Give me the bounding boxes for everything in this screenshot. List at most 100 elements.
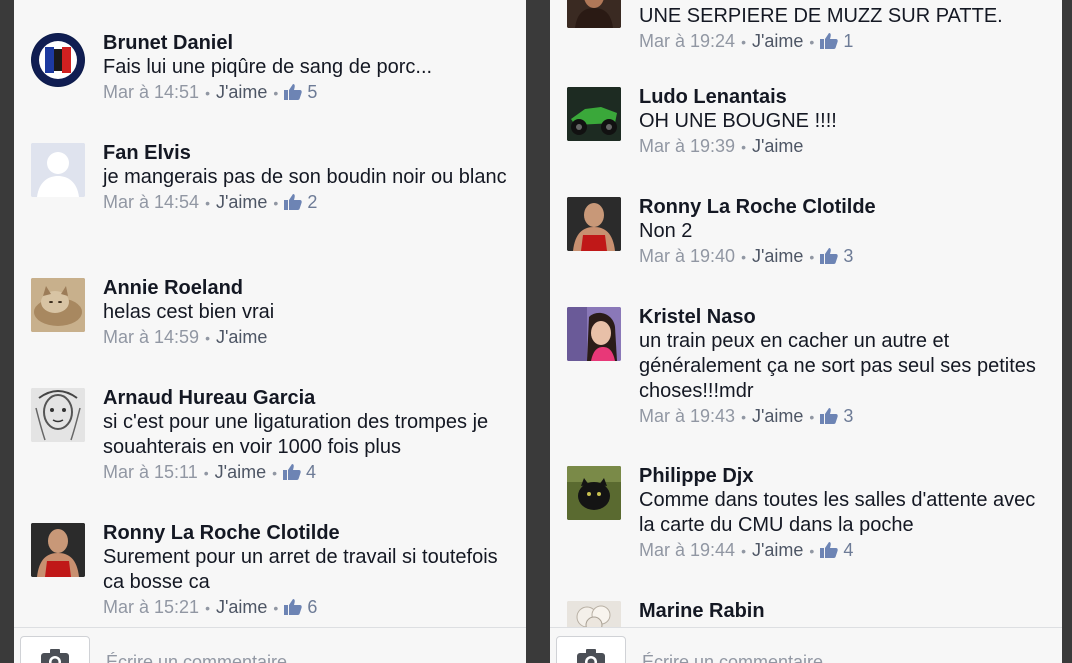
timestamp: Mar à 19:24	[639, 31, 736, 51]
author-name[interactable]: Ludo Lenantais	[639, 85, 1049, 109]
like-button[interactable]: J'aime	[215, 462, 266, 482]
author-name[interactable]: Kristel Naso	[639, 305, 1049, 329]
separator-dot: •	[741, 543, 746, 559]
timestamp: Mar à 14:59	[103, 327, 200, 347]
comment-input[interactable]: Écrire un commentaire...	[106, 652, 302, 663]
separator-dot: •	[741, 139, 746, 155]
camera-icon	[577, 649, 605, 663]
comment-text: si c'est pour une ligaturation des tromp…	[103, 411, 489, 458]
author-name[interactable]: Philippe Djx	[639, 464, 1049, 488]
avatar[interactable]	[31, 523, 85, 577]
avatar[interactable]	[567, 87, 621, 141]
separator-dot: •	[741, 249, 746, 265]
comment-composer: Écrire un commentaire...	[550, 627, 1062, 663]
camera-button[interactable]	[556, 636, 626, 663]
thumbs-up-icon	[820, 540, 839, 564]
avatar[interactable]	[31, 143, 85, 197]
like-button[interactable]: J'aime	[752, 31, 803, 51]
like-count: 4	[843, 540, 854, 560]
comment-text: helas cest bien vrai	[103, 301, 275, 323]
avatar[interactable]	[567, 307, 621, 361]
separator-dot: •	[273, 195, 279, 211]
avatar[interactable]	[567, 197, 621, 251]
timestamp: Mar à 19:39	[639, 136, 736, 156]
comment-meta: Mar à 19:39 • J'aime	[639, 134, 1049, 159]
like-count: 5	[307, 82, 318, 102]
author-name[interactable]: Annie Roeland	[103, 276, 513, 300]
timestamp: Mar à 15:11	[103, 462, 198, 482]
camera-button[interactable]	[20, 636, 90, 663]
comment-text: Surement pour un arret de travail si tou…	[103, 546, 498, 593]
timestamp: Mar à 14:54	[103, 192, 200, 212]
timestamp: Mar à 15:21	[103, 597, 200, 617]
like-button[interactable]: J'aime	[216, 192, 267, 212]
author-name[interactable]: Arnaud Hureau Garcia	[103, 386, 513, 410]
thumbs-up-icon	[820, 31, 839, 55]
separator-dot: •	[272, 465, 277, 481]
like-count: 2	[307, 192, 318, 212]
separator-dot: •	[205, 85, 210, 101]
comment-text: UNE SERPIERE DE MUZZ SUR PATTE.	[639, 5, 1003, 27]
comment-meta: Mar à 19:44 • J'aime • 4	[639, 538, 1049, 564]
like-button[interactable]: J'aime	[752, 406, 803, 426]
avatar[interactable]	[567, 0, 621, 28]
avatar[interactable]	[31, 278, 85, 332]
like-button[interactable]: J'aime	[752, 540, 803, 560]
comment-text: Fais lui une piqûre de sang de porc...	[103, 56, 433, 78]
separator-dot: •	[809, 543, 815, 559]
like-button[interactable]: J'aime	[216, 82, 267, 102]
like-count: 1	[843, 31, 854, 51]
comment-text: OH UNE BOUGNE !!!!	[639, 110, 837, 132]
thumbs-up-icon	[820, 406, 839, 430]
avatar[interactable]	[567, 466, 621, 520]
author-name[interactable]: Brunet Daniel	[103, 31, 513, 55]
thumbs-up-icon	[284, 192, 303, 216]
like-button[interactable]: J'aime	[752, 136, 803, 156]
separator-dot: •	[809, 409, 815, 425]
separator-dot: •	[809, 34, 815, 50]
camera-icon	[41, 649, 69, 663]
timestamp: Mar à 19:44	[639, 540, 736, 560]
like-count: 4	[306, 462, 317, 482]
timestamp: Mar à 14:51	[103, 82, 200, 102]
thumbs-up-icon	[284, 597, 303, 621]
like-count: 3	[843, 406, 854, 426]
comments-panel-right: UNE SERPIERE DE MUZZ SUR PATTE. Mar à 19…	[550, 0, 1062, 663]
like-button[interactable]: J'aime	[216, 327, 267, 347]
author-name[interactable]: Marine Rabin	[639, 599, 1049, 623]
like-count: 3	[843, 246, 854, 266]
like-button[interactable]: J'aime	[216, 597, 267, 617]
author-name[interactable]: Ronny La Roche Clotilde	[639, 195, 1049, 219]
comment-text: je mangerais pas de son boudin noir ou b…	[103, 166, 507, 188]
avatar[interactable]	[31, 33, 85, 87]
author-name[interactable]: Fan Elvis	[103, 141, 513, 165]
comment-composer: Écrire un commentaire...	[14, 627, 526, 663]
like-button[interactable]: J'aime	[752, 246, 803, 266]
separator-dot: •	[809, 249, 815, 265]
comment-meta: Mar à 19:24 • J'aime • 1	[639, 29, 1049, 55]
thumbs-up-icon	[283, 462, 301, 486]
separator-dot: •	[273, 600, 279, 616]
thumbs-up-icon	[820, 246, 839, 270]
comment-meta: Mar à 14:59 • J'aime	[103, 325, 513, 350]
comments-panel-left: Brunet Daniel Fais lui une piqûre de san…	[14, 0, 526, 663]
separator-dot: •	[741, 409, 746, 425]
comment-meta: Mar à 14:51 • J'aime • 5	[103, 80, 513, 106]
comment-input[interactable]: Écrire un commentaire...	[642, 652, 838, 663]
comment-meta: Mar à 15:21 • J'aime • 6	[103, 595, 513, 621]
separator-dot: •	[741, 34, 746, 50]
comment-meta: Mar à 19:40 • J'aime • 3	[639, 244, 1049, 270]
separator-dot: •	[205, 330, 210, 346]
timestamp: Mar à 19:40	[639, 246, 736, 266]
separator-dot: •	[205, 600, 210, 616]
comment-text: Comme dans toutes les salles d'attente a…	[639, 489, 1036, 536]
separator-dot: •	[273, 85, 279, 101]
author-name[interactable]: Ronny La Roche Clotilde	[103, 521, 513, 545]
comment-meta: Mar à 19:43 • J'aime • 3	[639, 404, 1049, 430]
comment-meta: Mar à 15:11 • J'aime • 4	[103, 460, 513, 486]
comment-meta: Mar à 14:54 • J'aime • 2	[103, 190, 513, 216]
avatar[interactable]	[31, 388, 85, 442]
timestamp: Mar à 19:43	[639, 406, 736, 426]
comment-text: Non 2	[639, 220, 693, 242]
separator-dot: •	[203, 465, 209, 481]
